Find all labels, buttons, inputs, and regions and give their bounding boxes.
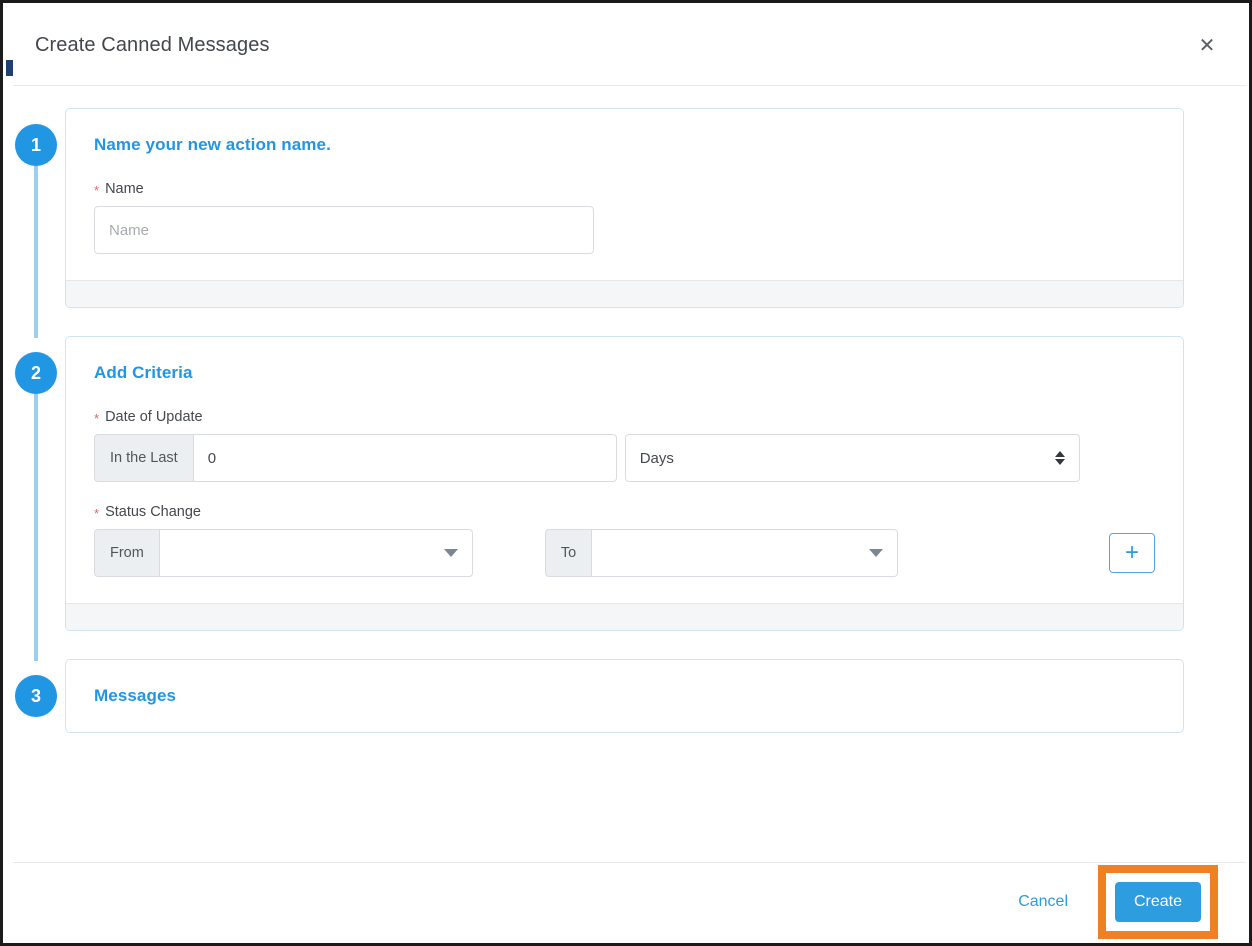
days-amount-input[interactable]: 0 xyxy=(192,434,617,482)
cancel-button[interactable]: Cancel xyxy=(1018,893,1068,911)
close-icon[interactable]: ✕ xyxy=(1192,31,1222,61)
status-from-group: From xyxy=(94,529,473,577)
step-2-card-body: Add Criteria * Date of Update In the Las… xyxy=(66,337,1183,603)
in-the-last-group: In the Last 0 xyxy=(94,434,617,482)
step-list: 1 Name your new action name. * Name Name… xyxy=(13,108,1184,733)
date-of-update-block: * Date of Update In the Last 0 Days xyxy=(94,409,1155,482)
create-button-highlight: Create xyxy=(1098,864,1218,939)
name-field-block: * Name xyxy=(94,181,1155,254)
step-2-marker: 2 xyxy=(13,352,59,394)
dialog-body: 1 Name your new action name. * Name Name… xyxy=(13,86,1246,940)
chevron-down-icon xyxy=(443,549,458,557)
date-of-update-label: * Date of Update xyxy=(94,409,1155,425)
step-1-card-body: Name your new action name. * Name xyxy=(66,109,1183,280)
dialog-title: Create Canned Messages xyxy=(35,34,270,56)
step-1-title: Name your new action name. xyxy=(94,135,331,154)
step-1-card: Name your new action name. * Name xyxy=(65,108,1184,308)
status-change-block: * Status Change From To + xyxy=(94,504,1155,577)
step-1-marker: 1 xyxy=(13,124,59,166)
step-3: 3 Messages xyxy=(15,659,1184,733)
step-3-card-body: Messages xyxy=(66,660,1183,732)
dialog-footer: Cancel Create xyxy=(13,862,1246,940)
status-to-prefix: To xyxy=(544,529,592,577)
status-from-select[interactable] xyxy=(158,529,473,577)
dialog-header: Create Canned Messages ✕ xyxy=(13,6,1246,86)
date-of-update-row: In the Last 0 Days xyxy=(94,434,1155,482)
create-button[interactable]: Create xyxy=(1115,881,1201,922)
in-the-last-prefix: In the Last xyxy=(94,434,193,482)
step-1-card-footer xyxy=(66,280,1183,307)
status-from-prefix: From xyxy=(94,529,159,577)
step-2-card: Add Criteria * Date of Update In the Las… xyxy=(65,336,1184,631)
step-number-badge: 3 xyxy=(15,675,57,717)
status-to-select[interactable] xyxy=(591,529,899,577)
step-2: 2 Add Criteria * Date of Update In the L… xyxy=(15,336,1184,661)
step-connector-1 xyxy=(34,164,38,338)
spinner-updown-icon xyxy=(1054,451,1065,465)
time-unit-value: Days xyxy=(639,449,674,467)
screenshot-frame: Create Canned Messages ✕ 1 Name your new… xyxy=(0,0,1252,946)
status-to-group: To xyxy=(544,529,899,577)
status-change-label: * Status Change xyxy=(94,504,1155,520)
required-asterisk: * xyxy=(94,183,100,198)
time-unit-select[interactable]: Days xyxy=(624,434,1080,482)
step-1: 1 Name your new action name. * Name xyxy=(15,108,1184,338)
step-2-title: Add Criteria xyxy=(94,363,193,382)
step-3-marker: 3 xyxy=(13,675,59,717)
step-3-title: Messages xyxy=(94,686,177,705)
step-2-card-footer xyxy=(66,603,1183,630)
name-label-text: Name xyxy=(105,181,144,197)
date-of-update-label-text: Date of Update xyxy=(105,409,203,425)
add-criteria-button[interactable]: + xyxy=(1109,533,1155,573)
step-number-badge: 1 xyxy=(15,124,57,166)
name-input[interactable] xyxy=(94,206,594,254)
scrollbar-artifact xyxy=(6,60,13,76)
status-change-row: From To + xyxy=(94,529,1155,577)
step-number-badge: 2 xyxy=(15,352,57,394)
chevron-down-icon xyxy=(869,549,884,557)
required-asterisk: * xyxy=(94,411,100,426)
required-asterisk: * xyxy=(94,506,100,521)
step-3-card: Messages xyxy=(65,659,1184,733)
status-change-label-text: Status Change xyxy=(105,504,201,520)
step-connector-2 xyxy=(34,392,38,661)
create-canned-messages-dialog: Create Canned Messages ✕ 1 Name your new… xyxy=(13,6,1246,940)
name-field-label: * Name xyxy=(94,181,1155,197)
